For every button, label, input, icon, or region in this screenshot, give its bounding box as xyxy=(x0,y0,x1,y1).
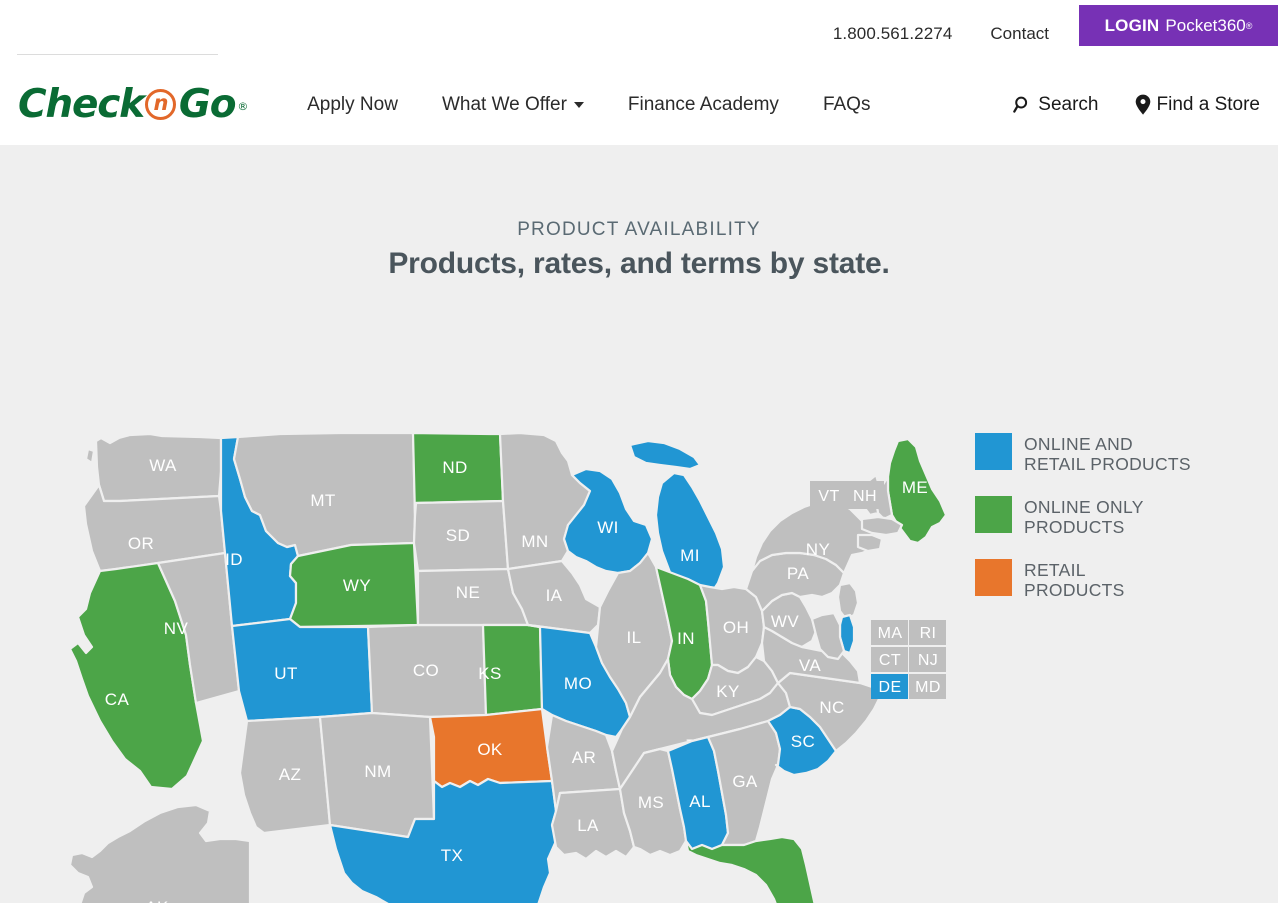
legend-label: ONLINE AND RETAIL PRODUCTS xyxy=(1024,434,1191,474)
store-label: Find a Store xyxy=(1156,93,1261,115)
legend-swatch-orange xyxy=(975,559,1012,596)
state-label-MA: MA xyxy=(878,625,903,642)
state-FL[interactable] xyxy=(684,835,820,903)
legend-item-retail: RETAIL PRODUCTS xyxy=(975,559,1191,600)
map-pin-icon xyxy=(1135,94,1150,115)
contact-link[interactable]: Contact xyxy=(990,23,1049,42)
nav-label: Apply Now xyxy=(307,94,398,115)
search-icon xyxy=(1013,96,1028,113)
state-AK[interactable] xyxy=(40,803,252,903)
state-label-MD: MD xyxy=(915,679,941,696)
top-utility-bar: 1.800.561.2274 Contact LOGIN Pocket360 ® xyxy=(0,0,1278,64)
nav-item-faqs[interactable]: FAQs xyxy=(823,95,871,114)
section-eyebrow: PRODUCT AVAILABILITY xyxy=(517,219,761,240)
state-OK[interactable] xyxy=(428,707,554,789)
nav-label: FAQs xyxy=(822,94,871,115)
nav-item-finance-academy[interactable]: Finance Academy xyxy=(628,95,779,114)
topbar-divider xyxy=(17,54,218,55)
state-label-RI: RI xyxy=(920,625,937,642)
chevron-down-icon xyxy=(573,101,584,108)
state-WY[interactable] xyxy=(288,541,420,629)
state-CT-shape[interactable] xyxy=(856,533,884,553)
phone-number[interactable]: 1.800.561.2274 xyxy=(833,23,953,42)
legend-swatch-green xyxy=(975,496,1012,533)
logo-n-circle-icon: n xyxy=(144,89,176,120)
state-WA[interactable] xyxy=(84,432,223,503)
main-navigation: Check n Go ® Apply Now What We Offer Fin… xyxy=(0,64,1278,145)
search-label: Search xyxy=(1038,93,1099,115)
us-map-svg: WA OR CA NV ID MT WY UT AZ CO NM ND SD N… xyxy=(40,431,948,903)
state-NJ-shape[interactable] xyxy=(836,581,860,621)
legend-label: RETAIL PRODUCTS xyxy=(1024,560,1125,600)
registered-mark: ® xyxy=(1245,20,1253,31)
search-button[interactable]: Search xyxy=(1013,93,1099,116)
nav-item-apply-now[interactable]: Apply Now xyxy=(307,95,398,114)
legend-item-online-only: ONLINE ONLY PRODUCTS xyxy=(975,496,1191,537)
state-label-NH: NH xyxy=(853,488,877,505)
find-a-store-button[interactable]: Find a Store xyxy=(1135,93,1261,116)
nav-label: What We Offer xyxy=(441,94,567,115)
us-availability-map: WA OR CA NV ID MT WY UT AZ CO NM ND SD N… xyxy=(0,421,975,903)
legend-label: ONLINE ONLY PRODUCTS xyxy=(1024,497,1144,537)
login-pocket360-button[interactable]: LOGIN Pocket360 ® xyxy=(1079,5,1278,46)
state-CO[interactable] xyxy=(366,623,488,719)
legend-swatch-blue xyxy=(975,433,1012,470)
nav-actions: Search Find a Store xyxy=(977,94,1260,116)
nav-item-what-we-offer[interactable]: What We Offer xyxy=(442,95,584,114)
nav-links: Apply Now What We Offer Finance Academy … xyxy=(307,95,870,114)
product-availability-section: PRODUCT AVAILABILITY Products, rates, an… xyxy=(0,145,1278,903)
login-label: LOGIN xyxy=(1104,15,1160,35)
pocket360-label: Pocket360 xyxy=(1165,15,1246,35)
state-SD[interactable] xyxy=(412,499,510,573)
checkngo-logo[interactable]: Check n Go ® xyxy=(18,82,248,127)
logo-registered-mark: ® xyxy=(237,100,248,113)
state-label-CT: CT xyxy=(879,652,901,669)
state-label-VT: VT xyxy=(818,488,839,505)
logo-word-go: Go xyxy=(178,82,237,127)
nav-label: Finance Academy xyxy=(627,94,779,115)
page-title: Products, rates, and terms by state. xyxy=(388,247,890,280)
state-KS[interactable] xyxy=(481,623,544,717)
logo-word-check: Check xyxy=(18,82,145,127)
state-label-NJ: NJ xyxy=(918,652,938,669)
state-label-DE: DE xyxy=(878,679,901,696)
legend-item-online-and-retail: ONLINE AND RETAIL PRODUCTS xyxy=(975,433,1191,474)
map-legend: ONLINE AND RETAIL PRODUCTS ONLINE ONLY P… xyxy=(975,433,1191,622)
state-UT[interactable] xyxy=(230,617,374,723)
state-AZ[interactable] xyxy=(238,715,332,835)
